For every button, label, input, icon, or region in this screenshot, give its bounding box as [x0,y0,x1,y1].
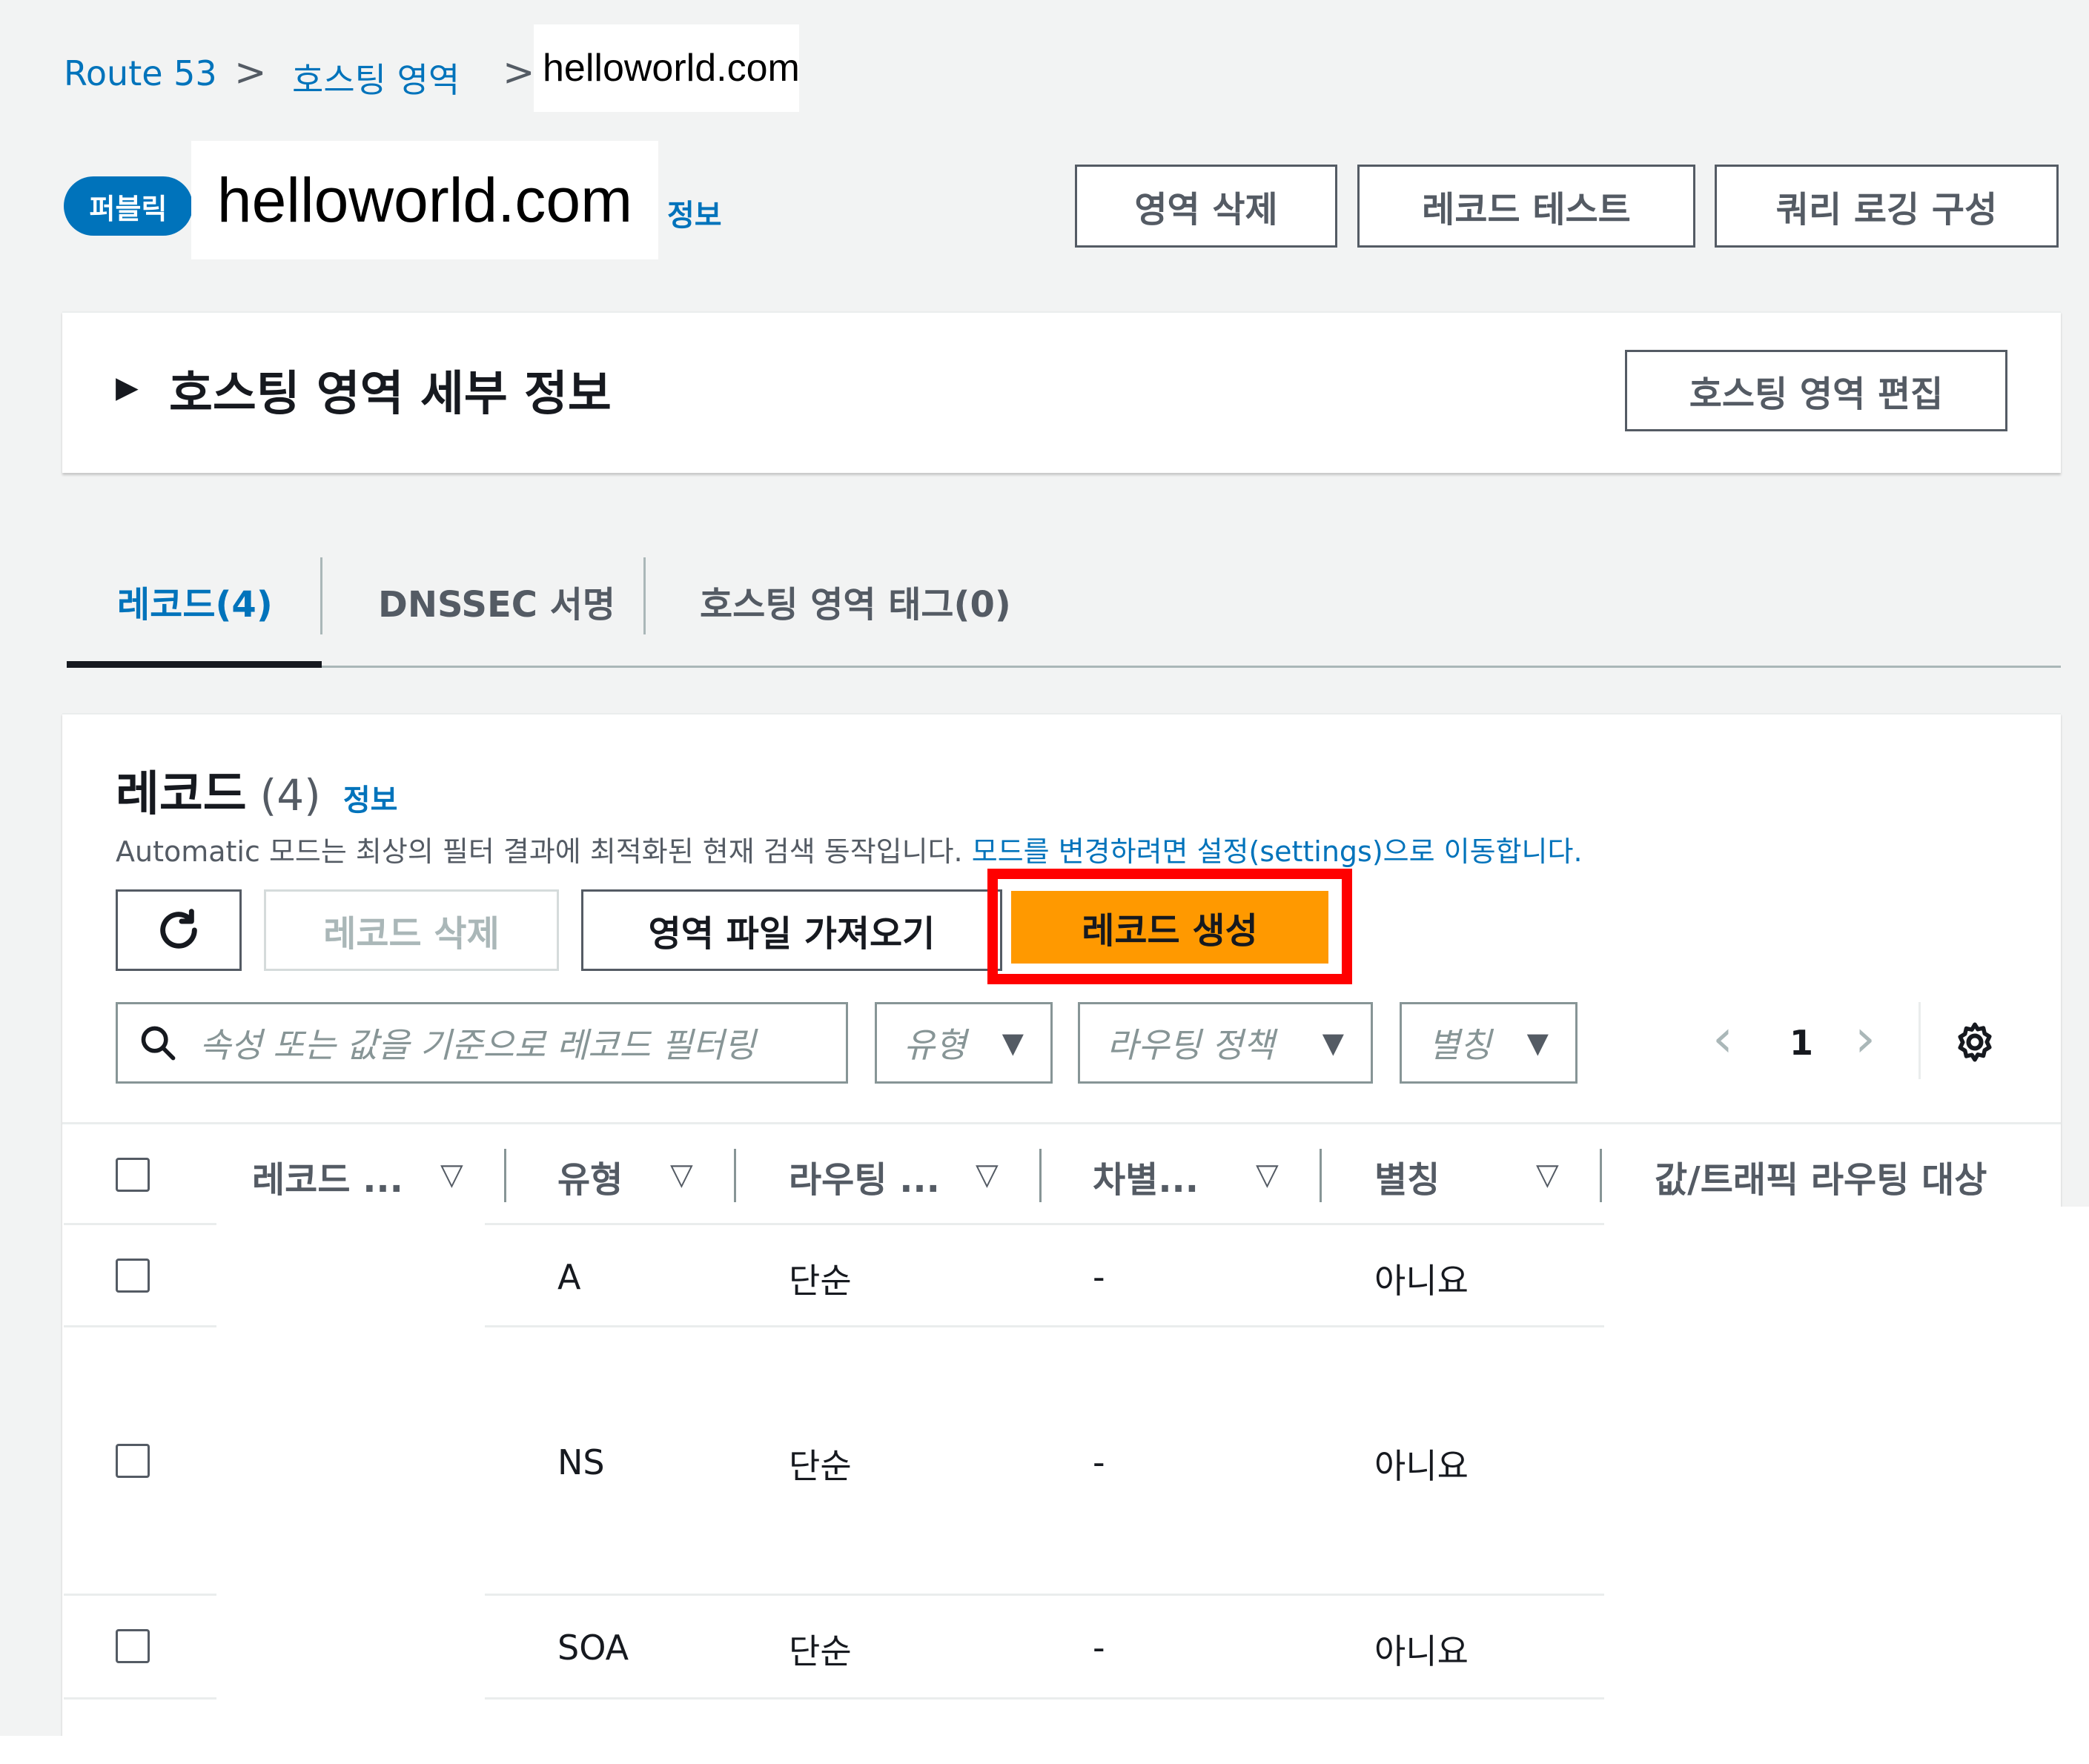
records-description: Automatic 모드는 최상의 필터 결과에 최적화된 현재 검색 동작입니… [116,829,1583,869]
description-text: Automatic 모드는 최상의 필터 결과에 최적화된 현재 검색 동작입니… [116,835,963,868]
caret-down-icon: ▼ [1002,1027,1024,1059]
cell-differentiator: - [1093,1628,1105,1668]
alias-filter-dropdown[interactable]: 별칭 ▼ [1400,1002,1577,1084]
cell-type: SOA [557,1628,629,1668]
column-label: 차별... [1093,1159,1199,1201]
routing-policy-filter-dropdown[interactable]: 라우팅 정책 ▼ [1078,1002,1373,1084]
row-divider [485,1697,1604,1700]
redacted-value-column [1604,1207,2089,1764]
next-page-icon[interactable]: › [1855,1008,1876,1069]
records-info-link[interactable]: 정보 [343,776,398,819]
search-icon [141,1026,176,1061]
sort-caret-icon[interactable]: ▽ [976,1158,999,1192]
search-placeholder: 속성 또는 값을 기준으로 레코드 필터링 [199,1025,756,1065]
cell-routing: 단순 [789,1261,852,1301]
cell-differentiator: - [1093,1442,1105,1482]
column-label: 별칭 [1374,1159,1440,1201]
tab-hosted-zone-tags[interactable]: 호스팅 영역 태그(0) [700,575,1011,627]
alias-filter-label: 별칭 [1428,1025,1492,1065]
cell-alias: 아니요 [1374,1261,1469,1301]
column-label: 레코드 ... [252,1159,403,1201]
delete-record-button[interactable]: 레코드 삭제 [264,889,559,971]
type-filter-label: 유형 [904,1025,967,1065]
breadcrumb-hosted-zones[interactable]: 호스팅 영역 [292,53,460,102]
page-number[interactable]: 1 [1790,1023,1813,1063]
column-label: 라우팅 ... [789,1159,940,1201]
column-separator [1320,1149,1322,1202]
row-checkbox[interactable] [116,1629,150,1663]
caret-down-icon: ▼ [1322,1027,1344,1059]
tabs-baseline [322,666,2061,668]
prev-page-icon[interactable]: ‹ [1712,1008,1733,1069]
column-header-value[interactable]: 값/트래픽 라우팅 대상 [1655,1150,1987,1202]
row-checkbox[interactable] [116,1444,150,1478]
tab-records[interactable]: 레코드(4) [117,575,273,627]
hosted-zone-details-title[interactable]: 호스팅 영역 세부 정보 [169,356,612,424]
sort-caret-icon[interactable]: ▽ [440,1158,463,1192]
query-logging-button[interactable]: 쿼리 로깅 구성 [1715,165,2059,248]
column-label: 값/트래픽 라우팅 대상 [1655,1159,1987,1201]
column-separator [1039,1149,1042,1202]
column-header-alias[interactable]: 별칭 [1374,1150,1440,1202]
refresh-icon [160,909,197,949]
title-info-link[interactable]: 정보 [667,191,722,234]
breadcrumb-separator-icon: > [503,50,535,95]
cell-alias: 아니요 [1374,1631,1469,1671]
breadcrumb-route53[interactable]: Route 53 [64,53,217,93]
type-filter-dropdown[interactable]: 유형 ▼ [875,1002,1053,1084]
create-record-button[interactable]: 레코드 생성 [1007,886,1333,968]
column-header-differentiator[interactable]: 차별... [1093,1150,1199,1202]
select-all-checkbox[interactable] [116,1158,150,1192]
caret-down-icon: ▼ [1526,1027,1549,1059]
delete-zone-button[interactable]: 영역 삭제 [1075,165,1337,248]
sort-caret-icon[interactable]: ▽ [670,1158,693,1192]
breadcrumb-current: helloworld.com [534,24,800,112]
tab-divider [320,557,322,634]
public-badge: 퍼블릭 [64,176,193,236]
column-separator [504,1149,506,1202]
column-header-type[interactable]: 유형 [557,1150,623,1202]
page-title: helloworld.com [191,141,658,259]
tab-dnssec[interactable]: DNSSEC 서명 [378,575,615,627]
column-separator [1600,1149,1602,1202]
column-label: 유형 [557,1159,623,1201]
cell-routing: 단순 [789,1446,852,1486]
cell-differentiator: - [1093,1257,1105,1297]
column-separator [734,1149,736,1202]
row-divider [64,1697,216,1700]
column-header-routing[interactable]: 라우팅 ... [789,1150,940,1202]
records-count: (4) [259,770,321,820]
cell-type: NS [557,1442,605,1482]
records-title: 레코드 [116,767,247,822]
edit-hosted-zone-button[interactable]: 호스팅 영역 편집 [1625,350,2007,431]
row-checkbox[interactable] [116,1259,150,1293]
import-zone-file-button[interactable]: 영역 파일 가져오기 [581,889,1002,971]
tab-divider [643,557,646,634]
records-heading: 레코드 (4) 정보 [116,756,397,824]
sort-caret-icon[interactable]: ▽ [1536,1158,1559,1192]
tab-active-indicator [67,661,322,668]
cell-type: A [557,1257,581,1297]
test-record-button[interactable]: 레코드 테스트 [1357,165,1695,248]
table-header-divider [62,1122,2061,1124]
expand-caret-icon[interactable]: ▶ [116,371,139,405]
settings-link[interactable]: 모드를 변경하려면 설정(settings)으로 이동합니다. [972,835,1583,868]
breadcrumb-separator-icon: > [234,50,267,95]
settings-gear-icon[interactable] [1953,1020,1997,1064]
cell-alias: 아니요 [1374,1446,1469,1486]
routing-filter-label: 라우팅 정책 [1107,1025,1275,1065]
cell-routing: 단순 [789,1631,852,1671]
search-input[interactable]: 속성 또는 값을 기준으로 레코드 필터링 [116,1002,848,1084]
bottom-crop-area [0,1736,2089,1764]
refresh-button[interactable] [116,889,242,971]
pagination-divider [1918,1002,1921,1079]
column-header-record-name[interactable]: 레코드 ... [252,1150,403,1202]
sort-caret-icon[interactable]: ▽ [1256,1158,1279,1192]
